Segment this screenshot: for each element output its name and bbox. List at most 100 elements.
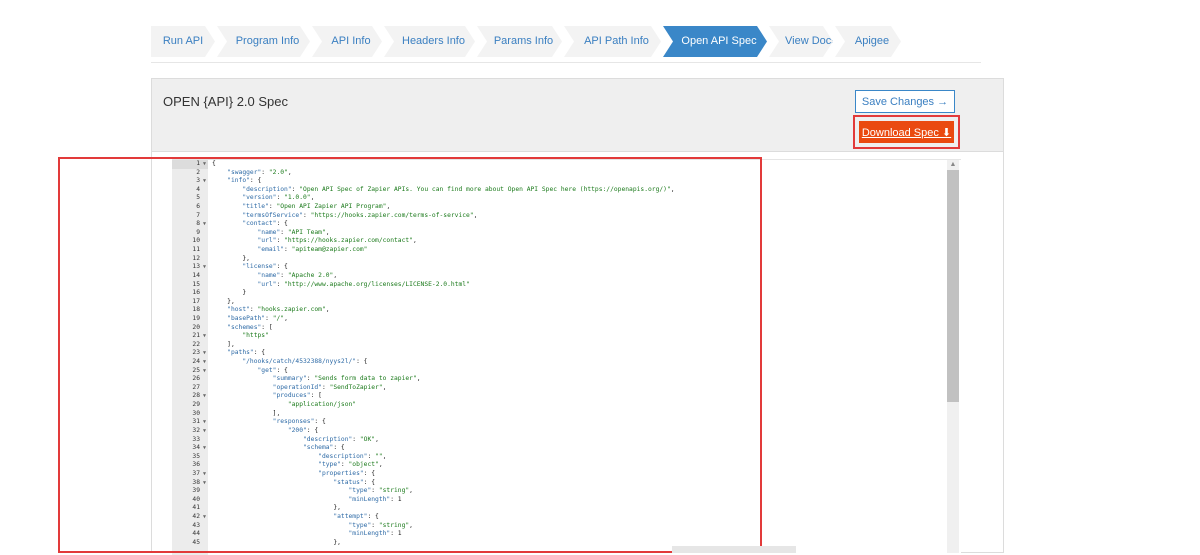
fold-toggle-icon[interactable]: ▼: [203, 358, 206, 367]
line-number: 6: [196, 203, 200, 211]
code-line: "schema": {: [303, 444, 345, 452]
fold-toggle-icon[interactable]: ▼: [203, 332, 206, 341]
code-line: "attempt": {: [333, 512, 379, 520]
code-line: "description": "",: [318, 452, 387, 460]
line-number: 16: [192, 289, 200, 297]
code-line: },: [212, 254, 250, 262]
code-line: ],: [212, 340, 235, 348]
code-line: "200": {: [287, 426, 319, 434]
code-line: "properties": {: [318, 469, 376, 477]
line-number: 17: [192, 297, 200, 305]
code-line: "status": {: [333, 478, 376, 486]
line-number: 27: [192, 383, 200, 391]
fold-toggle-icon[interactable]: ▼: [203, 220, 206, 229]
code-line: "host": "hooks.zapier.com",: [227, 306, 330, 314]
scroll-up-icon[interactable]: ▲: [947, 160, 959, 170]
wizard-step-run-api[interactable]: Run API: [151, 26, 215, 57]
fold-toggle-icon[interactable]: ▼: [203, 392, 206, 401]
code-line: "summary": "Sends form data to zapier",: [272, 375, 421, 383]
line-number: 33: [192, 435, 200, 443]
wizard-step-params-info[interactable]: Params Info: [477, 26, 562, 57]
line-number: 20: [192, 323, 200, 331]
code-line: "application/json": [287, 401, 357, 409]
code-line: "termsOfService": "https://hooks.zapier.…: [242, 211, 478, 219]
fold-toggle-icon[interactable]: ▼: [203, 418, 206, 427]
line-number: 8 ▼: [196, 220, 206, 229]
code-line: "swagger": "2.0",: [227, 168, 292, 176]
code-line: "minLength": 1: [348, 530, 402, 538]
code-line: "get": {: [257, 366, 288, 374]
line-number: 10: [192, 237, 200, 245]
line-number: 38 ▼: [192, 478, 206, 488]
wizard-divider: [151, 62, 981, 63]
line-number: 14: [192, 271, 200, 279]
fold-toggle-icon[interactable]: ▼: [203, 444, 206, 453]
fold-toggle-icon[interactable]: ▼: [203, 513, 206, 522]
line-number: 22: [192, 340, 200, 348]
code-line: "url": "https://hooks.zapier.com/contact…: [257, 237, 417, 245]
code-line: "minLength": 1: [348, 495, 402, 503]
fold-toggle-icon[interactable]: ▼: [203, 367, 206, 376]
code-line: "name": "Apache 2.0",: [257, 271, 338, 279]
line-number: 41: [192, 504, 200, 512]
code-line: "title": "Open API Zapier API Program",: [242, 203, 391, 211]
code-line: "type": "string",: [348, 487, 413, 495]
code-line: "basePath": "/",: [227, 314, 288, 322]
download-spec-button[interactable]: Download Spec ⬇: [859, 121, 954, 143]
line-number: 39: [192, 487, 200, 495]
code-line: "type": "object",: [318, 461, 383, 469]
fold-toggle-icon[interactable]: ▼: [203, 479, 206, 488]
fold-toggle-icon[interactable]: ▼: [203, 263, 206, 272]
line-number: 43: [192, 521, 200, 529]
line-number: 44: [192, 530, 200, 538]
line-number: 11: [192, 246, 200, 254]
code-line: {: [212, 160, 216, 167]
wizard-step-headers-info[interactable]: Headers Info: [384, 26, 475, 57]
line-number: 12: [192, 254, 200, 262]
line-number: 19: [192, 314, 200, 322]
line-number: 26: [192, 375, 200, 383]
line-number: 3 ▼: [196, 177, 206, 186]
line-number: 31 ▼: [192, 418, 206, 427]
code-editor[interactable]: 1 ▼ 2 3 ▼ 4 5 6 7 8 ▼ 9 10 11 12 13 ▼ 14 15 16 17 18 19 20 21 ▼ 22…: [172, 159, 961, 555]
wizard-step-apigee[interactable]: Apigee: [835, 26, 901, 57]
code-line: "description": "Open API Spec of Zapier …: [242, 185, 675, 193]
code-line: },: [212, 538, 341, 546]
code-content[interactable]: { "swagger": "2.0", "info": { "descripti…: [212, 160, 942, 555]
line-number: 4: [196, 185, 200, 193]
save-changes-button[interactable]: Save Changes →: [855, 90, 955, 113]
wizard-step-program-info[interactable]: Program Info: [217, 26, 310, 57]
code-line: "type": "string",: [348, 521, 413, 529]
fold-toggle-icon[interactable]: ▼: [203, 427, 206, 436]
line-number: 13 ▼: [192, 263, 206, 272]
line-number: 15: [192, 280, 200, 288]
line-gutter: 1 ▼ 2 3 ▼ 4 5 6 7 8 ▼ 9 10 11 12 13 ▼ 14 15 16 17 18 19 20 21 ▼ 22…: [172, 160, 208, 555]
code-line: "name": "API Team",: [257, 228, 330, 236]
line-number: 35: [192, 452, 200, 460]
vertical-scrollbar[interactable]: ▲: [947, 160, 959, 553]
spec-panel: OPEN {API} 2.0 Spec Save Changes → Downl…: [151, 78, 1004, 555]
line-number: 45: [192, 538, 200, 546]
line-number: 25 ▼: [192, 366, 206, 376]
wizard-step-open-api-spec[interactable]: Open API Spec: [663, 26, 767, 57]
code-line: "description": "OK",: [303, 435, 379, 443]
fold-toggle-icon[interactable]: ▼: [203, 349, 206, 358]
wizard-step-view-docs[interactable]: View Docs: [769, 26, 833, 57]
code-line: },: [212, 297, 235, 305]
scrollbar-thumb[interactable]: [947, 170, 959, 402]
fold-toggle-icon[interactable]: ▼: [203, 177, 206, 186]
code-line: "/hooks/catch/4532388/nyys2l/": {: [242, 358, 368, 366]
fold-toggle-icon[interactable]: ▼: [203, 470, 206, 479]
code-line: "produces": [: [272, 392, 322, 400]
wizard-step-api-info[interactable]: API Info: [312, 26, 382, 57]
code-line: "url": "http://www.apache.org/licenses/L…: [257, 280, 470, 288]
code-line: "contact": {: [242, 220, 288, 228]
fold-toggle-icon[interactable]: ▼: [203, 160, 206, 169]
horizontal-scrollbar[interactable]: [672, 546, 796, 553]
code-line: "paths": {: [227, 349, 266, 357]
code-line: "version": "1.0.0",: [242, 194, 315, 202]
line-number: 9: [196, 228, 200, 236]
page-title: OPEN {API} 2.0 Spec: [163, 94, 289, 109]
wizard-step-api-path-info[interactable]: API Path Info: [564, 26, 661, 57]
code-line: }: [212, 289, 247, 297]
